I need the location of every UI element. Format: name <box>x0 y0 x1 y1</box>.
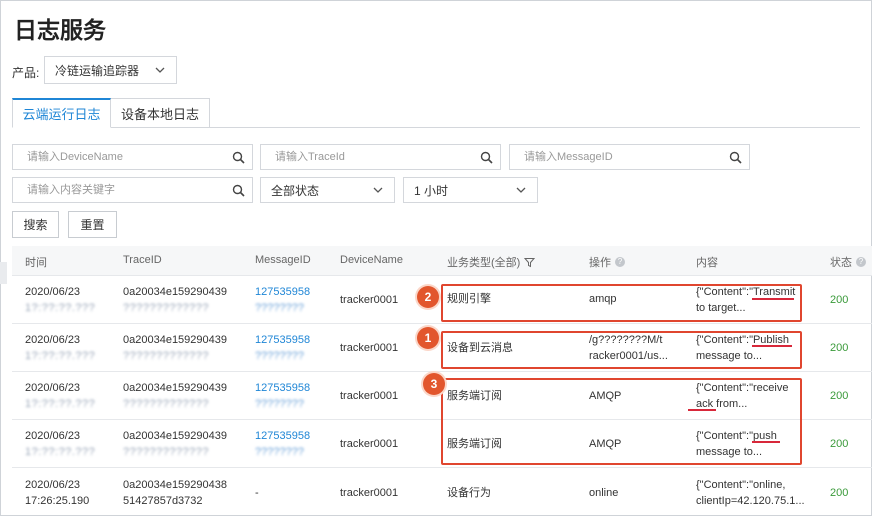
underline-ack <box>688 409 716 411</box>
status-select[interactable]: 全部状态 <box>260 177 395 203</box>
traceid-cell: 0a20034e159290439????????????? <box>123 286 228 314</box>
annotation-badge-3: 3 <box>423 373 445 395</box>
tab-cloud-logs-label: 云端运行日志 <box>22 107 101 122</box>
devicename-cell: tracker0001 <box>340 487 399 499</box>
operation-cell: online <box>589 487 619 499</box>
column-header-content: 内容 <box>696 257 718 269</box>
keyword-input[interactable] <box>13 178 252 202</box>
status-cell: 200 <box>830 390 849 402</box>
message-id-search <box>509 144 750 170</box>
time-cell: 2020/06/23 17:26:25.190 <box>25 479 90 507</box>
tab-device-local-logs-label: 设备本地日志 <box>120 106 199 122</box>
devicename-cell: tracker0001 <box>340 438 399 450</box>
table-row[interactable]: 2020/06/23 17:26:25.190 0a20034e159290438… <box>12 468 872 516</box>
column-header-status: 状态? <box>830 254 866 270</box>
messageid-cell[interactable]: 127535958???????? <box>255 332 310 364</box>
side-collapse-handle[interactable] <box>0 262 7 284</box>
column-header-devicename: DeviceName <box>340 254 403 266</box>
time-cell: 2020/06/23 1?:??:??.??? <box>25 334 96 362</box>
traceid-cell: 0a20034e159290438 51427857d3732 <box>123 479 228 507</box>
log-tabs: 云端运行日志 设备本地日志 <box>12 98 860 128</box>
underline-publish <box>752 345 792 347</box>
messageid-cell[interactable]: 127535958???????? <box>255 284 310 316</box>
tab-device-local-logs[interactable]: 设备本地日志 <box>111 98 210 128</box>
time-cell: 2020/06/23 1?:??:??.??? <box>25 286 96 314</box>
reset-button[interactable]: 重置 <box>68 211 117 238</box>
column-header-time: 时间 <box>25 257 47 269</box>
product-select[interactable]: 冷链运输追踪器 <box>44 56 177 84</box>
highlight-box-rule-engine <box>441 284 802 322</box>
time-cell: 2020/06/23 1?:??:??.??? <box>25 382 96 410</box>
search-button[interactable]: 搜索 <box>12 211 59 238</box>
underline-transmit <box>752 298 794 300</box>
trace-id-search <box>260 144 501 170</box>
help-icon[interactable]: ? <box>615 257 625 267</box>
column-header-operation: 操作? <box>589 254 625 270</box>
status-cell: 200 <box>830 438 849 450</box>
content-cell: {"Content":"online, clientIp=42.120.75.1.… <box>696 479 805 507</box>
underline-push <box>752 441 780 443</box>
column-header-messageid: MessageID <box>255 254 311 266</box>
traceid-cell: 0a20034e159290439????????????? <box>123 334 228 362</box>
column-header-business-type[interactable]: 业务类型(全部) <box>447 254 536 270</box>
time-range-select-value: 1 小时 <box>414 183 449 198</box>
messageid-cell[interactable]: 127535958???????? <box>255 380 310 412</box>
traceid-cell: 0a20034e159290439????????????? <box>123 382 228 410</box>
product-label: 产品: <box>12 66 40 80</box>
search-icon[interactable] <box>480 151 493 164</box>
search-icon[interactable] <box>232 151 245 164</box>
column-header-traceid: TraceID <box>123 254 162 266</box>
product-select-value: 冷链运输追踪器 <box>55 63 140 78</box>
tab-cloud-logs[interactable]: 云端运行日志 <box>12 98 111 128</box>
time-range-select[interactable]: 1 小时 <box>403 177 538 203</box>
status-cell: 200 <box>830 487 849 499</box>
time-cell: 2020/06/23 1?:??:??.??? <box>25 430 96 458</box>
filter-icon[interactable] <box>524 257 536 268</box>
devicename-cell: tracker0001 <box>340 342 399 354</box>
annotation-badge-2: 2 <box>417 286 439 308</box>
table-header: 时间 TraceID MessageID DeviceName 业务类型(全部)… <box>12 246 872 276</box>
highlight-box-device-to-cloud <box>441 331 802 369</box>
search-icon[interactable] <box>729 151 742 164</box>
status-select-value: 全部状态 <box>271 183 320 198</box>
device-name-search <box>12 144 253 170</box>
devicename-cell: tracker0001 <box>340 294 399 306</box>
message-id-input[interactable] <box>510 145 749 169</box>
annotation-badge-1: 1 <box>417 327 439 349</box>
traceid-cell: 0a20034e159290439????????????? <box>123 430 228 458</box>
device-name-input[interactable] <box>13 145 252 169</box>
chevron-down-icon <box>516 187 526 193</box>
highlight-box-server-subscription <box>441 378 802 465</box>
search-icon[interactable] <box>232 184 245 197</box>
status-cell: 200 <box>830 342 849 354</box>
business-type-cell: 设备行为 <box>447 487 491 499</box>
chevron-down-icon <box>373 187 383 193</box>
messageid-cell[interactable]: 127535958???????? <box>255 428 310 460</box>
devicename-cell: tracker0001 <box>340 390 399 402</box>
chevron-down-icon <box>155 67 165 73</box>
keyword-search <box>12 177 253 203</box>
trace-id-input[interactable] <box>261 145 500 169</box>
help-icon[interactable]: ? <box>856 257 866 267</box>
page-title: 日志服务 <box>14 18 106 44</box>
status-cell: 200 <box>830 294 849 306</box>
messageid-cell: - <box>255 487 259 499</box>
